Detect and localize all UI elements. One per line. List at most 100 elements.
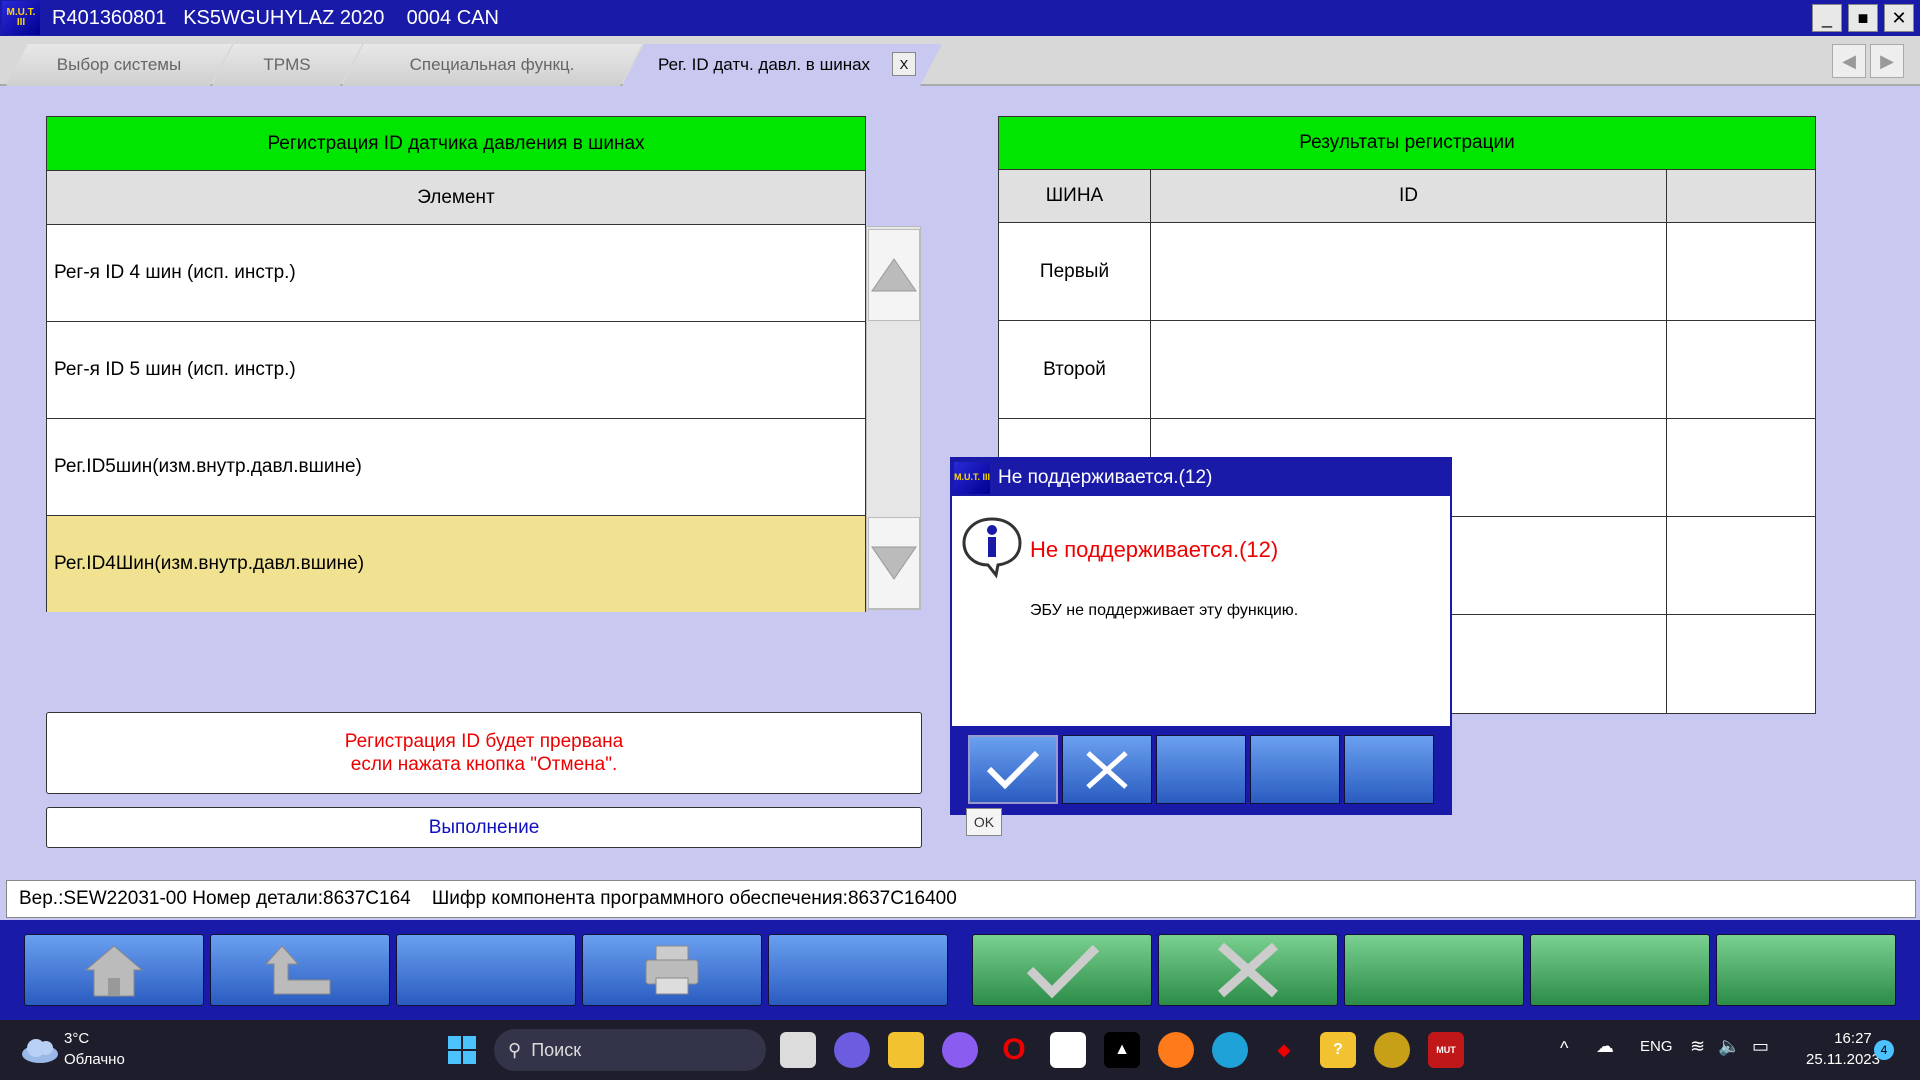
element-table-header: Элемент bbox=[47, 171, 865, 225]
print-button[interactable] bbox=[582, 934, 762, 1006]
ok-tooltip: OK bbox=[966, 808, 1002, 836]
toolbar-blank-button[interactable] bbox=[1344, 934, 1524, 1006]
results-extra-cell bbox=[1667, 223, 1815, 321]
list-item-selected[interactable]: Рег.ID4Шин(изм.внутр.давл.вшине) bbox=[47, 516, 865, 612]
scroll-up-button[interactable] bbox=[868, 229, 920, 321]
results-col-id: ID bbox=[1151, 170, 1667, 223]
weather-temp[interactable]: 3°C bbox=[64, 1030, 89, 1047]
language-indicator[interactable]: ENG bbox=[1640, 1038, 1673, 1055]
tab-next-icon[interactable]: ▶ bbox=[1870, 44, 1904, 78]
tab-prev-icon[interactable]: ◀ bbox=[1832, 44, 1866, 78]
title-bar: M.U.T. III R401360801 KS5WGUHYLAZ 2020 0… bbox=[0, 0, 1920, 36]
mut-app-icon[interactable]: MUT bbox=[1428, 1032, 1464, 1068]
results-extra-cell bbox=[1667, 419, 1815, 517]
mitsubishi-icon[interactable]: ◆ bbox=[1266, 1032, 1302, 1068]
opera-icon[interactable]: O bbox=[996, 1032, 1032, 1068]
store-icon[interactable] bbox=[1050, 1032, 1086, 1068]
tab-system-select[interactable]: Выбор системы bbox=[6, 44, 232, 86]
cloud-icon bbox=[22, 1039, 58, 1063]
network-icon[interactable]: ☁ bbox=[1596, 1036, 1614, 1057]
dialog-blank-button[interactable] bbox=[1156, 735, 1246, 804]
chevron-up-icon[interactable]: ^ bbox=[1560, 1038, 1568, 1059]
results-table-title: Результаты регистрации bbox=[999, 117, 1815, 170]
chat-icon[interactable] bbox=[834, 1032, 870, 1068]
list-item[interactable]: Рег-я ID 4 шин (исп. инстр.) bbox=[47, 225, 865, 322]
app-icon[interactable]: ▲ bbox=[1104, 1032, 1140, 1068]
tab-tpms[interactable]: TPMS bbox=[212, 44, 362, 86]
close-button[interactable]: ✕ bbox=[1884, 4, 1914, 32]
assistant-icon[interactable] bbox=[942, 1032, 978, 1068]
dialog-button-bar bbox=[952, 726, 1450, 813]
dialog-heading: Не поддерживается.(12) bbox=[1030, 537, 1279, 562]
dialog-blank-button[interactable] bbox=[1250, 735, 1340, 804]
warning-line-1: Регистрация ID будет прервана bbox=[344, 731, 624, 752]
cross-icon bbox=[1218, 942, 1278, 998]
dialog-ok-button[interactable] bbox=[968, 735, 1058, 804]
weather-desc[interactable]: Облачно bbox=[64, 1051, 125, 1068]
dialog-logo: M.U.T. III bbox=[954, 461, 990, 494]
window-title: R401360801 KS5WGUHYLAZ 2020 0004 CAN bbox=[52, 6, 499, 29]
back-button[interactable] bbox=[210, 934, 390, 1006]
cancel-warning: Регистрация ID будет прервана если нажат… bbox=[46, 712, 922, 794]
list-scrollbar[interactable] bbox=[866, 226, 921, 610]
battery-icon[interactable]: ▭ bbox=[1752, 1036, 1769, 1057]
taskbar-search[interactable]: ⚲ Поиск bbox=[494, 1029, 766, 1071]
triangle-down-icon bbox=[871, 546, 917, 580]
dialog-cancel-button[interactable] bbox=[1062, 735, 1152, 804]
printer-icon bbox=[645, 945, 699, 995]
return-arrow-icon bbox=[264, 945, 331, 995]
tab-special-function[interactable]: Специальная функц. bbox=[342, 44, 642, 86]
toolbar-blank-button[interactable] bbox=[1716, 934, 1896, 1006]
search-placeholder: Поиск bbox=[531, 1039, 582, 1060]
info-icon bbox=[962, 517, 1022, 579]
dialog-title: Не поддерживается.(12) bbox=[998, 466, 1213, 488]
dialog-blank-button[interactable] bbox=[1344, 735, 1434, 804]
results-extra-cell bbox=[1667, 517, 1815, 615]
element-table-title: Регистрация ID датчика давления в шинах bbox=[47, 117, 865, 171]
list-item[interactable]: Рег.ID5шин(изм.внутр.давл.вшине) bbox=[47, 419, 865, 516]
tab-close-icon[interactable]: X bbox=[892, 52, 916, 76]
triangle-up-icon bbox=[871, 258, 917, 292]
folder-icon[interactable] bbox=[888, 1032, 924, 1068]
bottom-toolbar bbox=[0, 920, 1920, 1020]
element-table: Регистрация ID датчика давления в шинах … bbox=[46, 116, 866, 612]
cross-icon bbox=[1086, 750, 1128, 789]
execution-status: Выполнение bbox=[46, 807, 922, 848]
results-extra-cell bbox=[1667, 321, 1815, 419]
app-logo: M.U.T. III bbox=[2, 1, 40, 35]
confirm-button[interactable] bbox=[972, 934, 1152, 1006]
notification-badge[interactable]: 4 bbox=[1874, 1040, 1894, 1060]
results-id-cell bbox=[1151, 223, 1667, 321]
home-icon bbox=[84, 945, 144, 997]
clock-date[interactable]: 25.11.2023 bbox=[1780, 1051, 1880, 1068]
app-icon[interactable] bbox=[1374, 1032, 1410, 1068]
list-item[interactable]: Рег-я ID 5 шин (исп. инстр.) bbox=[47, 322, 865, 419]
windows-start-icon[interactable] bbox=[444, 1032, 480, 1068]
firefox-icon[interactable] bbox=[1158, 1032, 1194, 1068]
check-icon bbox=[1026, 944, 1100, 999]
windows-taskbar: 3°C Облачно ⚲ Поиск O ▲ ◆ ? MUT ^ ☁ ENG … bbox=[0, 1020, 1920, 1080]
cancel-button[interactable] bbox=[1158, 934, 1338, 1006]
volume-icon[interactable]: 🔈 bbox=[1718, 1036, 1740, 1057]
home-button[interactable] bbox=[24, 934, 204, 1006]
toolbar-blank-button[interactable] bbox=[396, 934, 576, 1006]
version-status-bar: Вер.:SEW22031-00 Номер детали:8637C164 Ш… bbox=[6, 880, 1916, 918]
not-supported-dialog: M.U.T. III Не поддерживается.(12) Не под… bbox=[950, 457, 1452, 815]
minimize-button[interactable]: _ bbox=[1812, 4, 1842, 32]
results-id-cell bbox=[1151, 321, 1667, 419]
help-icon[interactable]: ? bbox=[1320, 1032, 1356, 1068]
results-extra-cell bbox=[1667, 615, 1815, 713]
results-tire-cell: Второй bbox=[999, 321, 1151, 419]
edge-icon[interactable] bbox=[1212, 1032, 1248, 1068]
results-col-tire: ШИНА bbox=[999, 170, 1151, 223]
check-icon bbox=[986, 750, 1040, 789]
warning-line-2: если нажата кнопка "Отмена". bbox=[350, 754, 618, 775]
maximize-button[interactable]: ■ bbox=[1848, 4, 1878, 32]
dialog-title-bar: M.U.T. III Не поддерживается.(12) bbox=[952, 459, 1450, 496]
toolbar-blank-button[interactable] bbox=[1530, 934, 1710, 1006]
wifi-icon[interactable]: ≋ bbox=[1690, 1036, 1705, 1057]
scroll-down-button[interactable] bbox=[868, 517, 920, 609]
results-col-extra bbox=[1667, 170, 1815, 223]
task-view-icon[interactable] bbox=[780, 1032, 816, 1068]
toolbar-blank-button[interactable] bbox=[768, 934, 948, 1006]
